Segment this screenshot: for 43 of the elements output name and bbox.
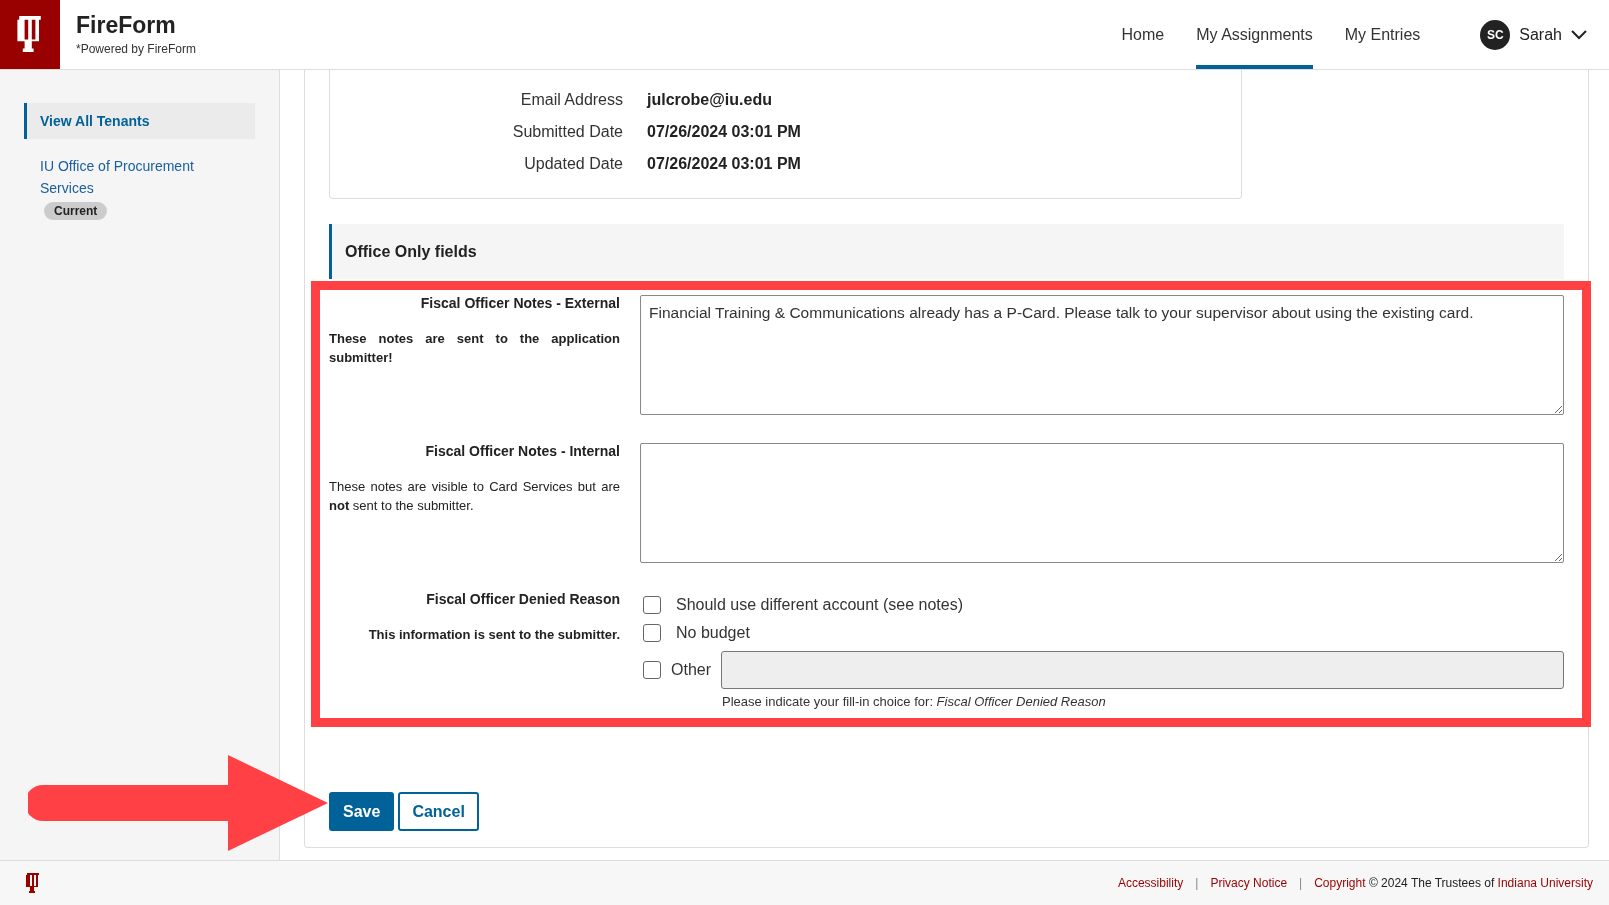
university-logo[interactable]: [0, 0, 60, 69]
app-tagline: *Powered by FireForm: [76, 42, 197, 56]
checkbox[interactable]: [643, 624, 661, 642]
fill-in-hint: Please indicate your fill-in choice for: Fiscal Officer Denied Reason: [722, 694, 1107, 709]
notes-field[interactable]: [640, 443, 1564, 563]
app-title: FireForm: [76, 12, 177, 39]
field-help-text: These notes are visible to Card Services but are not sent to the submitter.: [329, 478, 620, 515]
copyright-link[interactable]: Copyright: [1314, 876, 1366, 890]
field-label: Fiscal Officer Notes - External: [419, 295, 620, 311]
field-label: Fiscal Officer Denied Reason: [425, 591, 620, 607]
detail-label: Email Address: [519, 91, 623, 109]
copyright-link[interactable]: Indiana University: [1497, 876, 1593, 890]
footer-link[interactable]: Privacy Notice: [1210, 876, 1288, 890]
checkbox[interactable]: [643, 661, 661, 679]
notes-field[interactable]: Financial Training & Communications already has a P-Card. Please talk to your supervisor about using the existing card.: [640, 295, 1564, 415]
nav-tab[interactable]: My Entries: [1344, 0, 1421, 69]
tenant-link[interactable]: IU Office of Procurement Services: [40, 155, 210, 199]
nav-tab[interactable]: Home: [1121, 0, 1165, 69]
checkbox-label[interactable]: Other: [671, 661, 711, 679]
chevron-down-icon: [1571, 29, 1587, 40]
checkbox[interactable]: [643, 596, 661, 614]
detail-label: Updated Date: [523, 155, 623, 173]
detail-label: Submitted Date: [511, 123, 623, 141]
field-help-text: These notes are sent to the application submitter!: [329, 330, 620, 367]
field-help-text: This information is sent to the submitter.: [367, 626, 620, 644]
cancel-button[interactable]: Cancel: [398, 792, 479, 831]
checkbox-label[interactable]: Should use different account (see notes): [676, 596, 963, 614]
detail-value: julcrobe@iu.edu: [647, 91, 772, 109]
section-title: Office Only fields: [345, 242, 477, 261]
separator: |: [1299, 876, 1303, 890]
user-avatar: SC: [1480, 19, 1511, 50]
save-button[interactable]: Save: [329, 792, 395, 831]
copyright-text: Copyright © 2024 The Trustees of Indiana University: [1314, 876, 1593, 890]
detail-value: 07/26/2024 03:01 PM: [647, 155, 801, 173]
footer-link[interactable]: Accessibility: [1117, 876, 1184, 890]
other-input-field[interactable]: [721, 651, 1564, 689]
sidebar-item[interactable]: View All Tenants: [24, 103, 255, 139]
current-badge: Current: [44, 202, 108, 220]
detail-value: 07/26/2024 03:01 PM: [647, 123, 801, 141]
checkbox-label[interactable]: No budget: [676, 624, 750, 642]
field-label: Fiscal Officer Notes - Internal: [424, 443, 620, 459]
separator: |: [1195, 876, 1199, 890]
user-menu[interactable]: SC Sarah: [1480, 0, 1587, 69]
